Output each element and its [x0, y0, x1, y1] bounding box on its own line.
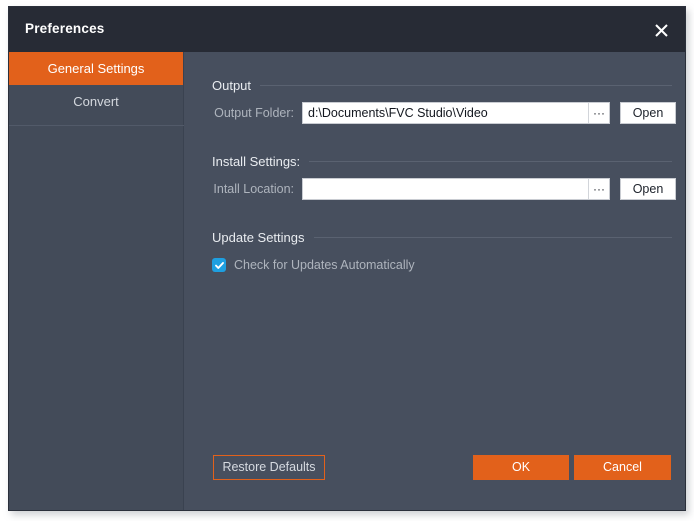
install-location-input[interactable] [303, 179, 588, 199]
ok-button[interactable]: OK [473, 455, 569, 480]
output-open-button[interactable]: Open [620, 102, 676, 124]
install-open-button[interactable]: Open [620, 178, 676, 200]
sidebar-divider [9, 125, 184, 126]
ellipsis-icon[interactable]: ··· [588, 103, 609, 123]
preferences-dialog: Preferences General Settings Convert Out… [8, 6, 686, 511]
section-rule [309, 161, 672, 162]
section-title: Install Settings: [212, 154, 309, 169]
sidebar-item-label: General Settings [48, 61, 145, 76]
cancel-button[interactable]: Cancel [574, 455, 671, 480]
title-bar: Preferences [9, 7, 685, 52]
section-header-update: Update Settings [212, 230, 672, 245]
section-rule [314, 237, 672, 238]
section-title: Update Settings [212, 230, 314, 245]
check-updates-label: Check for Updates Automatically [226, 258, 415, 272]
checkmark-icon[interactable] [212, 258, 226, 272]
sidebar-item-general-settings[interactable]: General Settings [9, 52, 183, 85]
ellipsis-icon[interactable]: ··· [588, 179, 609, 199]
output-folder-row: Output Folder: ··· Open [212, 102, 676, 124]
close-icon[interactable] [649, 18, 673, 42]
section-header-output: Output [212, 78, 672, 93]
page-title: Preferences [25, 21, 105, 36]
output-folder-input-group: ··· [302, 102, 610, 124]
output-folder-label: Output Folder: [212, 106, 302, 120]
restore-defaults-button[interactable]: Restore Defaults [213, 455, 325, 480]
output-folder-input[interactable] [303, 103, 588, 123]
sidebar: General Settings Convert [9, 52, 184, 510]
install-location-label: Intall Location: [212, 182, 302, 196]
section-title: Output [212, 78, 260, 93]
sidebar-item-convert[interactable]: Convert [9, 85, 183, 118]
content-panel: Output Output Folder: ··· Open Install S… [185, 52, 685, 510]
sidebar-item-label: Convert [73, 94, 119, 109]
install-location-input-group: ··· [302, 178, 610, 200]
section-rule [260, 85, 672, 86]
install-location-row: Intall Location: ··· Open [212, 178, 676, 200]
section-header-install: Install Settings: [212, 154, 672, 169]
check-updates-checkbox-row[interactable]: Check for Updates Automatically [212, 258, 415, 272]
